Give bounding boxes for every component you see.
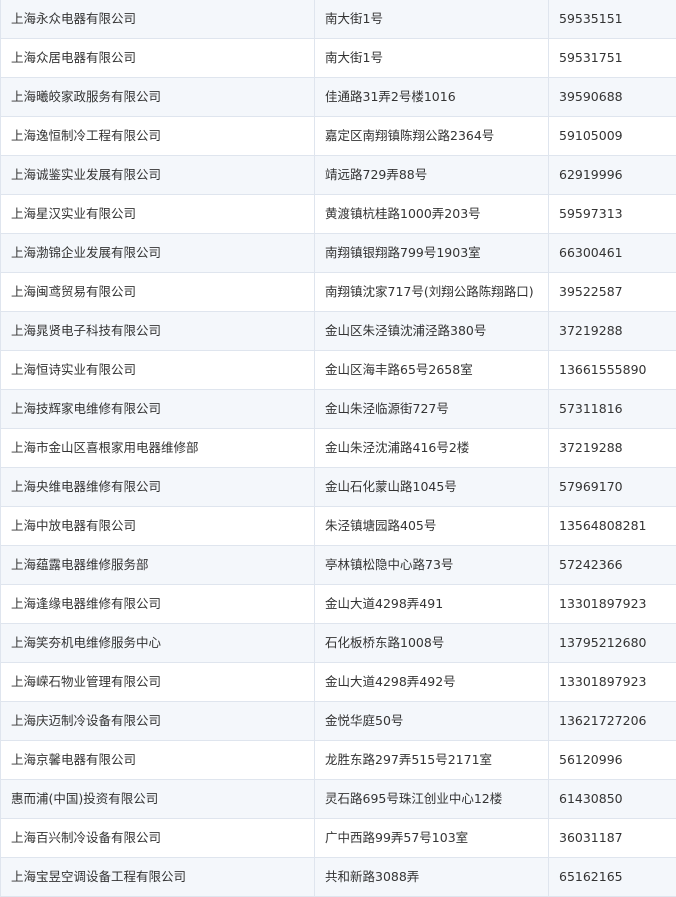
address-cell: 金山朱泾沈浦路416号2楼 (314, 428, 549, 468)
address-cell: 石化板桥东路1008号 (314, 623, 549, 663)
phone-cell: 39522587 (548, 272, 676, 312)
table-row: 上海永众电器有限公司 南大街1号 59535151 (0, 0, 676, 39)
company-name-cell: 上海笑夯机电维修服务中心 (0, 623, 315, 663)
company-name-cell: 上海嵘石物业管理有限公司 (0, 662, 315, 702)
address-cell: 广中西路99弄57号103室 (314, 818, 549, 858)
table-row: 上海蕴露电器维修服务部 亭林镇松隐中心路73号 57242366 (0, 545, 676, 585)
phone-cell: 59535151 (548, 0, 676, 39)
table-row: 上海逸恒制冷工程有限公司 嘉定区南翔镇陈翔公路2364号 59105009 (0, 116, 676, 156)
page: 上海永众电器有限公司 南大街1号 59535151 上海众居电器有限公司 南大街… (0, 0, 676, 897)
phone-cell: 59105009 (548, 116, 676, 156)
phone-cell: 37219288 (548, 311, 676, 351)
company-name-cell: 上海闽鸢贸易有限公司 (0, 272, 315, 312)
company-name-cell: 上海逢缘电器维修有限公司 (0, 584, 315, 624)
table-row: 惠而浦(中国)投资有限公司 灵石路695号珠江创业中心12楼 61430850 (0, 779, 676, 819)
company-name-cell: 上海庆迈制冷设备有限公司 (0, 701, 315, 741)
phone-cell: 56120996 (548, 740, 676, 780)
address-cell: 南大街1号 (314, 0, 549, 39)
table-row: 上海闽鸢贸易有限公司 南翔镇沈家717号(刘翔公路陈翔路口) 39522587 (0, 272, 676, 312)
company-name-cell: 上海永众电器有限公司 (0, 0, 315, 39)
table-row: 上海宝昱空调设备工程有限公司 共和新路3088弄 65162165 (0, 857, 676, 897)
address-cell: 金山区朱泾镇沈浦泾路380号 (314, 311, 549, 351)
address-cell: 龙胜东路297弄515号2171室 (314, 740, 549, 780)
address-cell: 黄渡镇杭桂路1000弄203号 (314, 194, 549, 234)
address-cell: 灵石路695号珠江创业中心12楼 (314, 779, 549, 819)
company-name-cell: 上海逸恒制冷工程有限公司 (0, 116, 315, 156)
company-name-cell: 上海曦皎家政服务有限公司 (0, 77, 315, 117)
company-name-cell: 上海渤锦企业发展有限公司 (0, 233, 315, 273)
company-name-cell: 上海市金山区喜根家用电器维修部 (0, 428, 315, 468)
phone-cell: 13301897923 (548, 584, 676, 624)
table-row: 上海市金山区喜根家用电器维修部 金山朱泾沈浦路416号2楼 37219288 (0, 428, 676, 468)
address-cell: 朱泾镇塘园路405号 (314, 506, 549, 546)
address-cell: 嘉定区南翔镇陈翔公路2364号 (314, 116, 549, 156)
address-cell: 南翔镇银翔路799号1903室 (314, 233, 549, 273)
table-row: 上海恒诗实业有限公司 金山区海丰路65号2658室 13661555890 (0, 350, 676, 390)
company-name-cell: 上海京馨电器有限公司 (0, 740, 315, 780)
address-cell: 金山朱泾临源街727号 (314, 389, 549, 429)
company-directory-table: 上海永众电器有限公司 南大街1号 59535151 上海众居电器有限公司 南大街… (0, 0, 676, 897)
phone-cell: 59531751 (548, 38, 676, 78)
phone-cell: 57242366 (548, 545, 676, 585)
address-cell: 金悦华庭50号 (314, 701, 549, 741)
phone-cell: 65162165 (548, 857, 676, 897)
table-row: 上海星汉实业有限公司 黄渡镇杭桂路1000弄203号 59597313 (0, 194, 676, 234)
company-name-cell: 上海百兴制冷设备有限公司 (0, 818, 315, 858)
address-cell: 金山石化蒙山路1045号 (314, 467, 549, 507)
table-row: 上海众居电器有限公司 南大街1号 59531751 (0, 38, 676, 78)
company-name-cell: 上海央维电器维修有限公司 (0, 467, 315, 507)
address-cell: 金山区海丰路65号2658室 (314, 350, 549, 390)
table-body: 上海永众电器有限公司 南大街1号 59535151 上海众居电器有限公司 南大街… (0, 0, 676, 897)
table-row: 上海百兴制冷设备有限公司 广中西路99弄57号103室 36031187 (0, 818, 676, 858)
address-cell: 亭林镇松隐中心路73号 (314, 545, 549, 585)
company-name-cell: 上海恒诗实业有限公司 (0, 350, 315, 390)
table-row: 上海嵘石物业管理有限公司 金山大道4298弄492号 13301897923 (0, 662, 676, 702)
phone-cell: 37219288 (548, 428, 676, 468)
address-cell: 靖远路729弄88号 (314, 155, 549, 195)
address-cell: 金山大道4298弄491 (314, 584, 549, 624)
phone-cell: 39590688 (548, 77, 676, 117)
company-name-cell: 上海蕴露电器维修服务部 (0, 545, 315, 585)
phone-cell: 59597313 (548, 194, 676, 234)
company-name-cell: 上海诚鉴实业发展有限公司 (0, 155, 315, 195)
company-name-cell: 上海宝昱空调设备工程有限公司 (0, 857, 315, 897)
table-row: 上海笑夯机电维修服务中心 石化板桥东路1008号 13795212680 (0, 623, 676, 663)
table-row: 上海央维电器维修有限公司 金山石化蒙山路1045号 57969170 (0, 467, 676, 507)
address-cell: 佳通路31弄2号楼1016 (314, 77, 549, 117)
table-row: 上海庆迈制冷设备有限公司 金悦华庭50号 13621727206 (0, 701, 676, 741)
table-row: 上海技辉家电维修有限公司 金山朱泾临源街727号 57311816 (0, 389, 676, 429)
table-row: 上海曦皎家政服务有限公司 佳通路31弄2号楼1016 39590688 (0, 77, 676, 117)
table-row: 上海晁贤电子科技有限公司 金山区朱泾镇沈浦泾路380号 37219288 (0, 311, 676, 351)
phone-cell: 13301897923 (548, 662, 676, 702)
table-row: 上海诚鉴实业发展有限公司 靖远路729弄88号 62919996 (0, 155, 676, 195)
phone-cell: 66300461 (548, 233, 676, 273)
table-row: 上海渤锦企业发展有限公司 南翔镇银翔路799号1903室 66300461 (0, 233, 676, 273)
phone-cell: 57311816 (548, 389, 676, 429)
company-name-cell: 上海中放电器有限公司 (0, 506, 315, 546)
address-cell: 金山大道4298弄492号 (314, 662, 549, 702)
phone-cell: 13621727206 (548, 701, 676, 741)
phone-cell: 13661555890 (548, 350, 676, 390)
phone-cell: 13795212680 (548, 623, 676, 663)
address-cell: 南大街1号 (314, 38, 549, 78)
company-name-cell: 上海技辉家电维修有限公司 (0, 389, 315, 429)
phone-cell: 36031187 (548, 818, 676, 858)
company-name-cell: 上海星汉实业有限公司 (0, 194, 315, 234)
company-name-cell: 上海晁贤电子科技有限公司 (0, 311, 315, 351)
phone-cell: 62919996 (548, 155, 676, 195)
table-row: 上海京馨电器有限公司 龙胜东路297弄515号2171室 56120996 (0, 740, 676, 780)
address-cell: 共和新路3088弄 (314, 857, 549, 897)
phone-cell: 57969170 (548, 467, 676, 507)
company-name-cell: 上海众居电器有限公司 (0, 38, 315, 78)
company-name-cell: 惠而浦(中国)投资有限公司 (0, 779, 315, 819)
address-cell: 南翔镇沈家717号(刘翔公路陈翔路口) (314, 272, 549, 312)
table-row: 上海逢缘电器维修有限公司 金山大道4298弄491 13301897923 (0, 584, 676, 624)
phone-cell: 13564808281 (548, 506, 676, 546)
phone-cell: 61430850 (548, 779, 676, 819)
table-row: 上海中放电器有限公司 朱泾镇塘园路405号 13564808281 (0, 506, 676, 546)
